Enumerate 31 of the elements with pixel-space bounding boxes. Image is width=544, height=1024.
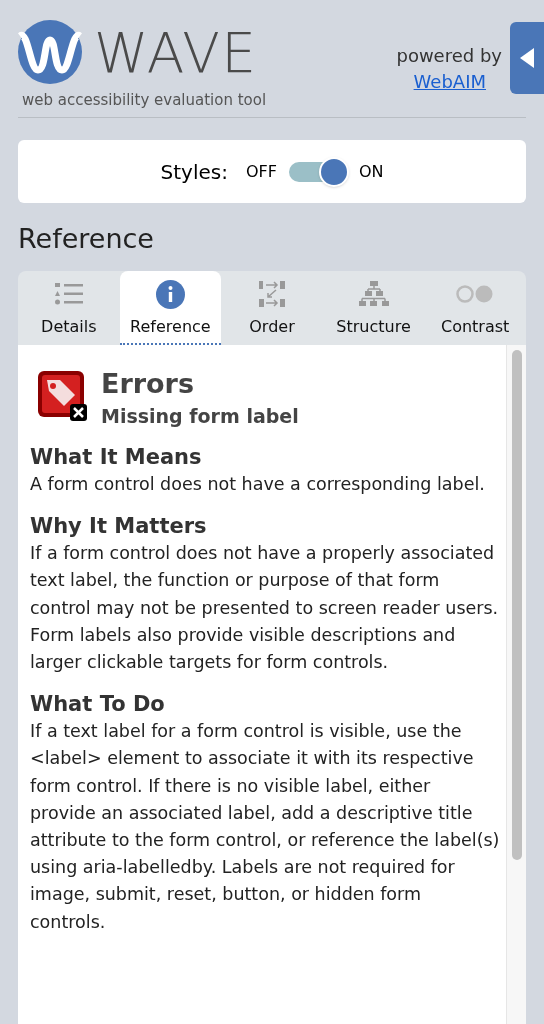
- contrast-circles-icon: [456, 285, 495, 303]
- subheading: What It Means: [30, 444, 203, 471]
- wave-logo-icon: [18, 20, 82, 84]
- logo-title: WAVE: [94, 20, 258, 86]
- scrollbar-thumb[interactable]: [511, 350, 522, 860]
- tab[interactable]: Order: [221, 271, 323, 345]
- hierarchy-icon: [358, 281, 389, 307]
- tab[interactable]: Reference: [119, 271, 222, 345]
- webaim-link[interactable]: WebAIM: [413, 68, 486, 95]
- info-icon: [155, 279, 185, 309]
- section-heading: Reference: [18, 222, 155, 256]
- on-label: ON: [358, 160, 384, 183]
- powered-by-text: powered by: [396, 44, 502, 68]
- caret-icon: [520, 48, 534, 68]
- tab[interactable]: Structure: [322, 271, 425, 345]
- issue-title: Missing form label: [101, 404, 299, 429]
- paragraph: A form control does not have a corresponding label.: [30, 473, 486, 496]
- error-tag-icon: [38, 371, 88, 421]
- sequence-arrows-icon: [258, 280, 286, 308]
- list-icon: [54, 282, 83, 306]
- tab[interactable]: Contrast: [424, 271, 526, 345]
- paragraph: If a text label for a form control is visible, use the <label> element to associate it with its respective form control. If there is no visible label, either provide an associated label, add a descriptive title attribute to the form control, or reference the label(s) using aria-labelledby. Labels are not required for image, submit, reset, button, or hidden form controls.: [30, 720, 500, 934]
- issue-category: Errors: [101, 369, 195, 399]
- collapse-button[interactable]: [510, 22, 544, 94]
- tagline: web accessibility evaluation tool: [22, 90, 267, 111]
- paragraph: If a form control does not have a properly associated text label, the function or purpose of that form control may not be presented to screen reader users. Form labels also provide visible descriptions and larger clickable targets for form controls.: [30, 542, 500, 674]
- styles-label: Styles:: [160, 158, 228, 186]
- subheading: Why It Matters: [30, 513, 208, 541]
- tab[interactable]: Details: [18, 271, 120, 345]
- off-label: OFF: [245, 160, 277, 183]
- subheading: What To Do: [30, 691, 166, 719]
